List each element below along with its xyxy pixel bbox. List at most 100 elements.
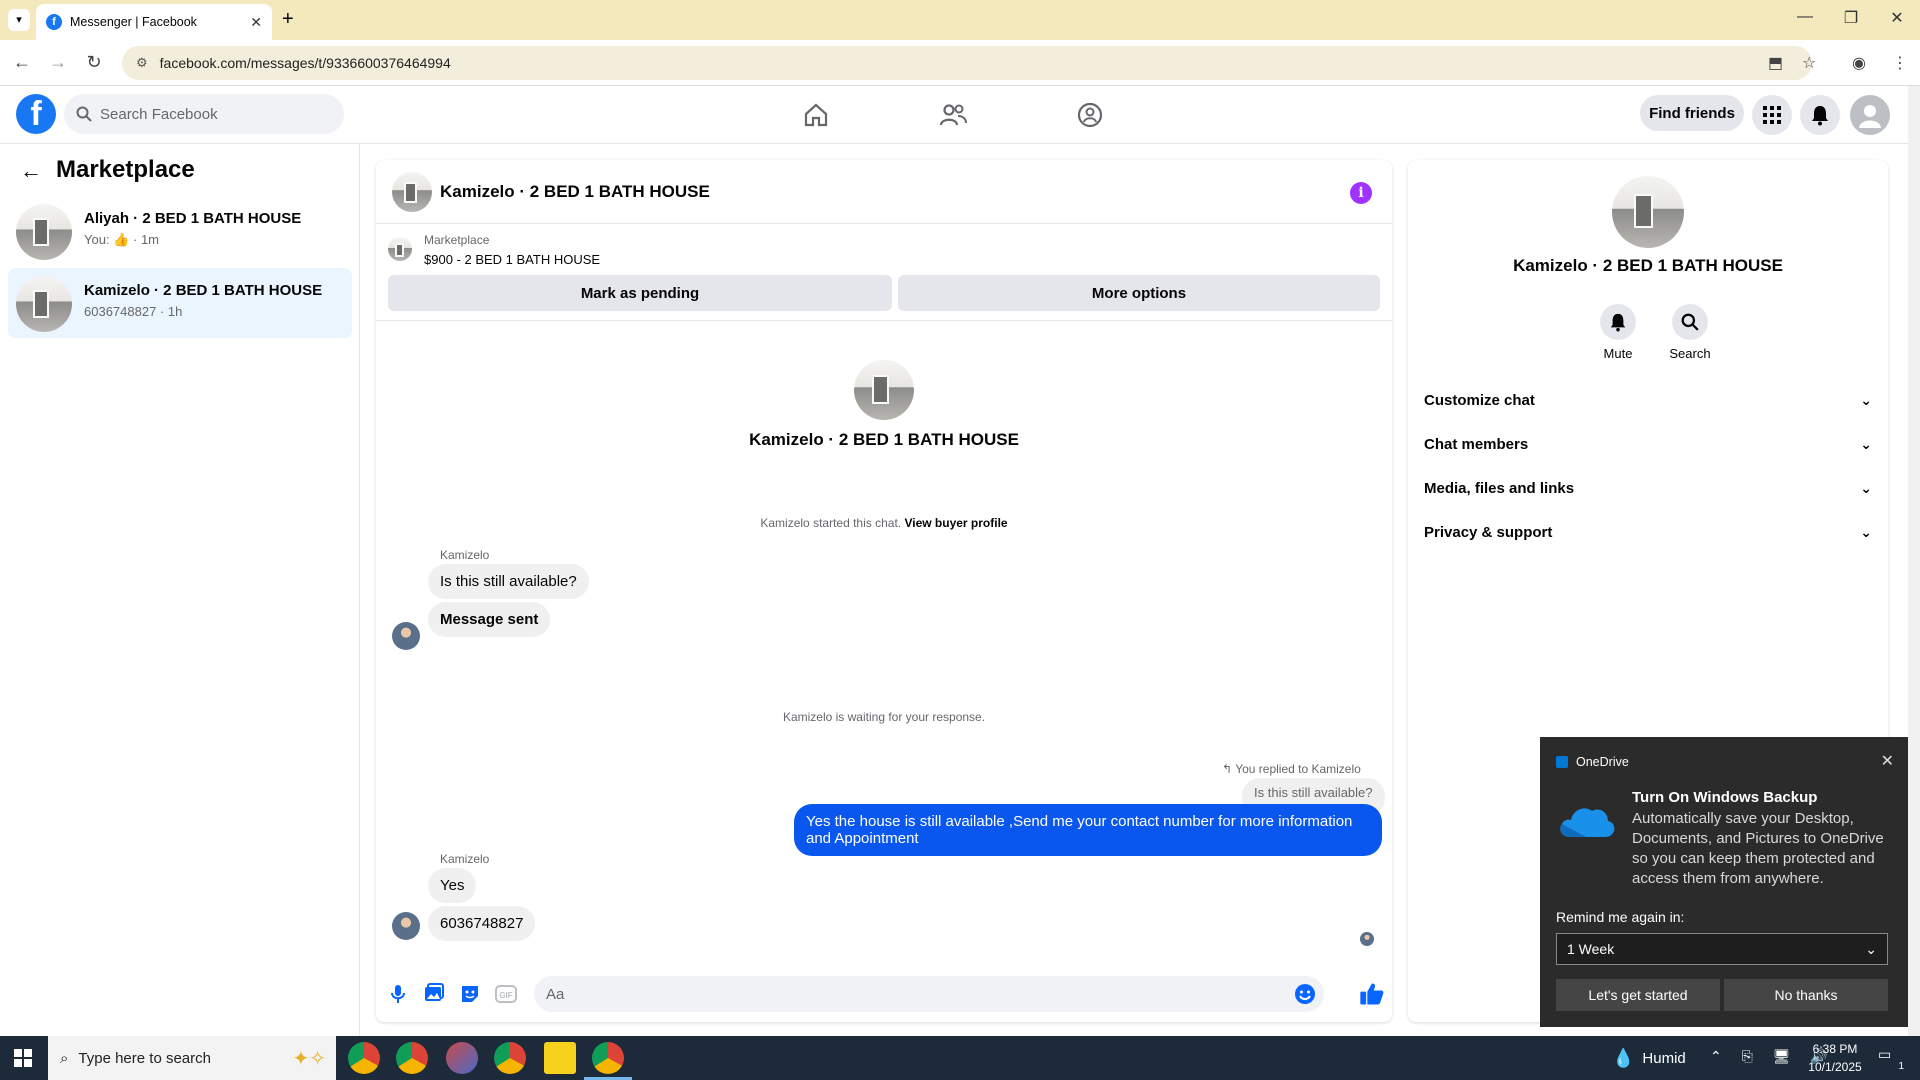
customize-chat-section[interactable]: Customize chat ⌄ bbox=[1424, 380, 1872, 420]
lets-get-started-button[interactable]: Let's get started bbox=[1556, 979, 1720, 1011]
close-icon[interactable]: ✕ bbox=[1881, 751, 1894, 771]
reload-icon[interactable]: ↻ bbox=[82, 52, 106, 73]
marketplace-listing-bar: Marketplace $900 - 2 BED 1 BATH HOUSE Ma… bbox=[376, 225, 1392, 321]
conversation-name: Kamizelo · 2 BED 1 BATH HOUSE bbox=[84, 282, 323, 299]
bookmark-star-icon[interactable]: ☆ bbox=[1802, 53, 1816, 73]
friends-icon[interactable] bbox=[933, 98, 973, 132]
chevron-down-icon: ⌄ bbox=[1865, 940, 1877, 957]
page-scrollbar[interactable] bbox=[1908, 86, 1920, 1036]
waiting-note: Kamizelo is waiting for your response. bbox=[782, 710, 986, 724]
chrome-app-icon[interactable] bbox=[348, 1042, 380, 1074]
mark-as-pending-button[interactable]: Mark as pending bbox=[388, 275, 892, 311]
menu-grid-icon[interactable] bbox=[1752, 95, 1792, 135]
thumbs-up-icon[interactable] bbox=[1358, 980, 1386, 1008]
sticker-icon[interactable] bbox=[458, 982, 482, 1006]
more-options-button[interactable]: More options bbox=[898, 275, 1380, 311]
conversation-preview: You: 👍 · 1m bbox=[84, 232, 159, 248]
url-field[interactable]: ⚙ facebook.com/messages/t/93366003764649… bbox=[122, 46, 1812, 80]
media-files-links-section[interactable]: Media, files and links ⌄ bbox=[1424, 468, 1872, 508]
input-placeholder: Aa bbox=[546, 985, 565, 1003]
onedrive-notification: OneDrive ✕ Turn On Windows Backup Automa… bbox=[1540, 737, 1908, 1027]
windows-start-icon[interactable] bbox=[14, 1049, 32, 1067]
close-tab-icon[interactable]: ✕ bbox=[250, 14, 262, 31]
install-app-icon[interactable]: ⬒ bbox=[1768, 53, 1783, 73]
onedrive-app-name: OneDrive bbox=[1576, 755, 1629, 769]
search-icon bbox=[1672, 304, 1708, 340]
sparkle-decoration-icon: ✦✧ bbox=[292, 1047, 326, 1070]
conversation-name: Aliyah · 2 BED 1 BATH HOUSE bbox=[84, 210, 302, 227]
chat-avatar[interactable] bbox=[392, 172, 432, 212]
restore-icon[interactable]: ❐ bbox=[1836, 8, 1866, 28]
browser-tab-bar: ▾ f Messenger | Facebook ✕ + — ❐ ✕ bbox=[0, 0, 1920, 40]
message-bubble[interactable]: 6036748827 bbox=[428, 906, 536, 941]
chrome-app-icon[interactable] bbox=[396, 1042, 428, 1074]
back-icon[interactable]: ← bbox=[10, 52, 34, 73]
message-bubble[interactable]: Is this still available? bbox=[428, 564, 589, 599]
message-bubble[interactable]: Message sent bbox=[428, 602, 551, 637]
section-label: Privacy & support bbox=[1424, 523, 1553, 541]
chrome-app-icon[interactable] bbox=[494, 1042, 526, 1074]
no-thanks-button[interactable]: No thanks bbox=[1724, 979, 1888, 1011]
my-message-bubble[interactable]: Yes the house is still available ,Send m… bbox=[794, 804, 1382, 856]
chrome-active-app-icon[interactable] bbox=[592, 1042, 624, 1074]
intro-name: Kamizelo · 2 BED 1 BATH HOUSE bbox=[749, 430, 1019, 449]
facebook-logo-icon[interactable]: f bbox=[16, 94, 56, 134]
groups-icon[interactable] bbox=[1070, 98, 1110, 132]
chat-title[interactable]: Kamizelo · 2 BED 1 BATH HOUSE bbox=[440, 182, 710, 202]
details-avatar[interactable] bbox=[1612, 176, 1684, 248]
profile-icon[interactable]: ◉ bbox=[1852, 53, 1866, 73]
facebook-favicon-icon: f bbox=[46, 14, 62, 30]
mute-button[interactable]: Mute bbox=[1588, 304, 1648, 361]
view-buyer-profile-link[interactable]: View buyer profile bbox=[904, 516, 1007, 530]
weather-widget[interactable]: 💧 Humid bbox=[1612, 1048, 1686, 1069]
photo-icon[interactable] bbox=[422, 982, 446, 1006]
emoji-icon[interactable] bbox=[1293, 982, 1317, 1006]
search-in-chat-button[interactable]: Search bbox=[1660, 304, 1720, 361]
notifications-bell-icon[interactable] bbox=[1800, 95, 1840, 135]
browser-tab[interactable]: f Messenger | Facebook ✕ bbox=[36, 4, 272, 40]
back-arrow-icon[interactable]: ← bbox=[20, 158, 42, 184]
onedrive-cloud-icon bbox=[1560, 808, 1615, 837]
sender-label: Kamizelo bbox=[440, 548, 490, 562]
weather-text: Humid bbox=[1642, 1050, 1686, 1067]
conversation-item-kamizelo[interactable]: Kamizelo · 2 BED 1 BATH HOUSE 6036748827… bbox=[8, 268, 352, 338]
account-avatar[interactable] bbox=[1850, 95, 1890, 135]
home-icon[interactable] bbox=[796, 98, 836, 132]
site-info-icon[interactable]: ⚙ bbox=[136, 55, 148, 71]
find-friends-button[interactable]: Find friends bbox=[1640, 95, 1744, 131]
sticky-notes-app-icon[interactable] bbox=[544, 1042, 576, 1074]
thumbs-up-icon: 👍 bbox=[113, 232, 130, 247]
notification-center-icon[interactable]: 1 ▭ bbox=[1878, 1046, 1904, 1072]
message-composer: GIF Aa bbox=[376, 960, 1392, 1020]
sidebar-title: Marketplace bbox=[56, 156, 195, 183]
conversation-item-aliyah[interactable]: Aliyah · 2 BED 1 BATH HOUSE You: 👍 · 1m bbox=[8, 196, 352, 266]
reply-icon: ↰ bbox=[1222, 762, 1233, 776]
close-window-icon[interactable]: ✕ bbox=[1882, 8, 1912, 28]
clock[interactable]: 6:38 PM 10/1/2025 bbox=[1800, 1040, 1870, 1076]
gif-icon[interactable]: GIF bbox=[494, 982, 518, 1006]
privacy-support-section[interactable]: Privacy & support ⌄ bbox=[1424, 512, 1872, 552]
new-tab-button[interactable]: + bbox=[282, 8, 294, 31]
microphone-icon[interactable] bbox=[386, 982, 410, 1006]
tab-list-dropdown[interactable]: ▾ bbox=[8, 9, 30, 31]
chat-members-section[interactable]: Chat members ⌄ bbox=[1424, 424, 1872, 464]
forward-icon[interactable]: → bbox=[46, 52, 70, 73]
listing-price-title[interactable]: $900 - 2 BED 1 BATH HOUSE bbox=[424, 252, 600, 267]
search-label: Search bbox=[1669, 346, 1711, 361]
section-label: Customize chat bbox=[1424, 391, 1535, 409]
minimize-icon[interactable]: — bbox=[1790, 8, 1820, 26]
taskbar-search-placeholder: Type here to search bbox=[78, 1049, 211, 1067]
message-bubble[interactable]: Yes bbox=[428, 868, 477, 903]
taskbar-search-input[interactable]: ⌕ Type here to search ✦✧ bbox=[48, 1036, 336, 1080]
message-input[interactable]: Aa bbox=[534, 976, 1324, 1012]
facebook-search-input[interactable]: Search Facebook bbox=[64, 94, 344, 134]
tab-title: Messenger | Facebook bbox=[70, 15, 197, 29]
notification-count: 1 bbox=[1898, 1061, 1904, 1072]
reply-indicator: ↰ You replied to Kamizelo bbox=[1222, 762, 1361, 776]
paint-app-icon[interactable] bbox=[446, 1042, 478, 1074]
info-icon[interactable]: i bbox=[1350, 182, 1372, 204]
chat-panel: Kamizelo · 2 BED 1 BATH HOUSE i Marketpl… bbox=[376, 160, 1392, 1022]
section-label: Chat members bbox=[1424, 435, 1529, 453]
remind-select[interactable]: 1 Week ⌄ bbox=[1556, 933, 1888, 965]
menu-dots-icon[interactable]: ⋮ bbox=[1892, 53, 1908, 73]
